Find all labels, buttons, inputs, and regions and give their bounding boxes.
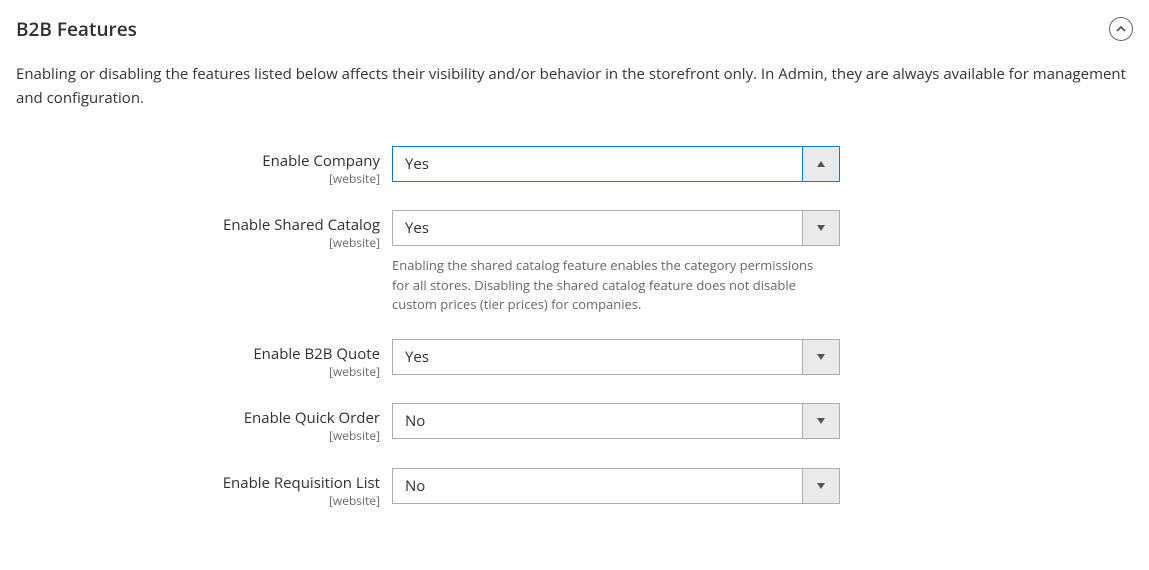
- field-label: Enable Requisition List: [16, 474, 380, 492]
- field-label: Enable Quick Order: [16, 409, 380, 427]
- section-description: Enabling or disabling the features liste…: [16, 62, 1133, 110]
- field-scope: [website]: [16, 494, 380, 508]
- chevron-up-icon: [1116, 24, 1126, 34]
- triangle-down-icon: [816, 223, 826, 233]
- select-trigger[interactable]: [802, 339, 840, 375]
- section-title: B2B Features: [16, 16, 137, 42]
- field-label-col: Enable Quick Order [website]: [16, 403, 392, 443]
- select-value: Yes: [392, 210, 802, 246]
- field-row-enable-requisition-list: Enable Requisition List [website] No: [16, 468, 1133, 508]
- field-label-col: Enable Shared Catalog [website]: [16, 210, 392, 250]
- enable-shared-catalog-select[interactable]: Yes: [392, 210, 840, 246]
- triangle-up-icon: [816, 159, 826, 169]
- triangle-down-icon: [816, 416, 826, 426]
- field-input-col: No: [392, 468, 840, 504]
- field-input-col: No: [392, 403, 840, 439]
- field-row-enable-shared-catalog: Enable Shared Catalog [website] Yes Enab…: [16, 210, 1133, 315]
- field-input-col: Yes: [392, 339, 840, 375]
- field-scope: [website]: [16, 365, 380, 379]
- select-value: Yes: [392, 339, 802, 375]
- field-scope: [website]: [16, 172, 380, 186]
- select-value: Yes: [392, 146, 802, 182]
- field-label-col: Enable Company [website]: [16, 146, 392, 186]
- select-trigger[interactable]: [802, 403, 840, 439]
- field-label: Enable Company: [16, 152, 380, 170]
- field-row-enable-quick-order: Enable Quick Order [website] No: [16, 403, 1133, 443]
- enable-quick-order-select[interactable]: No: [392, 403, 840, 439]
- field-scope: [website]: [16, 236, 380, 250]
- enable-company-select[interactable]: Yes: [392, 146, 840, 182]
- triangle-down-icon: [816, 352, 826, 362]
- triangle-down-icon: [816, 481, 826, 491]
- field-input-col: Yes: [392, 146, 840, 182]
- field-label: Enable B2B Quote: [16, 345, 380, 363]
- field-label-col: Enable B2B Quote [website]: [16, 339, 392, 379]
- field-help: Enabling the shared catalog feature enab…: [392, 256, 832, 315]
- select-trigger[interactable]: [802, 210, 840, 246]
- select-trigger[interactable]: [802, 468, 840, 504]
- field-row-enable-b2b-quote: Enable B2B Quote [website] Yes: [16, 339, 1133, 379]
- field-label-col: Enable Requisition List [website]: [16, 468, 392, 508]
- select-value: No: [392, 468, 802, 504]
- field-row-enable-company: Enable Company [website] Yes: [16, 146, 1133, 186]
- enable-b2b-quote-select[interactable]: Yes: [392, 339, 840, 375]
- select-value: No: [392, 403, 802, 439]
- select-trigger[interactable]: [802, 146, 840, 182]
- enable-requisition-list-select[interactable]: No: [392, 468, 840, 504]
- section-header: B2B Features: [16, 16, 1133, 42]
- collapse-button[interactable]: [1109, 17, 1133, 41]
- field-input-col: Yes Enabling the shared catalog feature …: [392, 210, 840, 315]
- field-scope: [website]: [16, 429, 380, 443]
- field-label: Enable Shared Catalog: [16, 216, 380, 234]
